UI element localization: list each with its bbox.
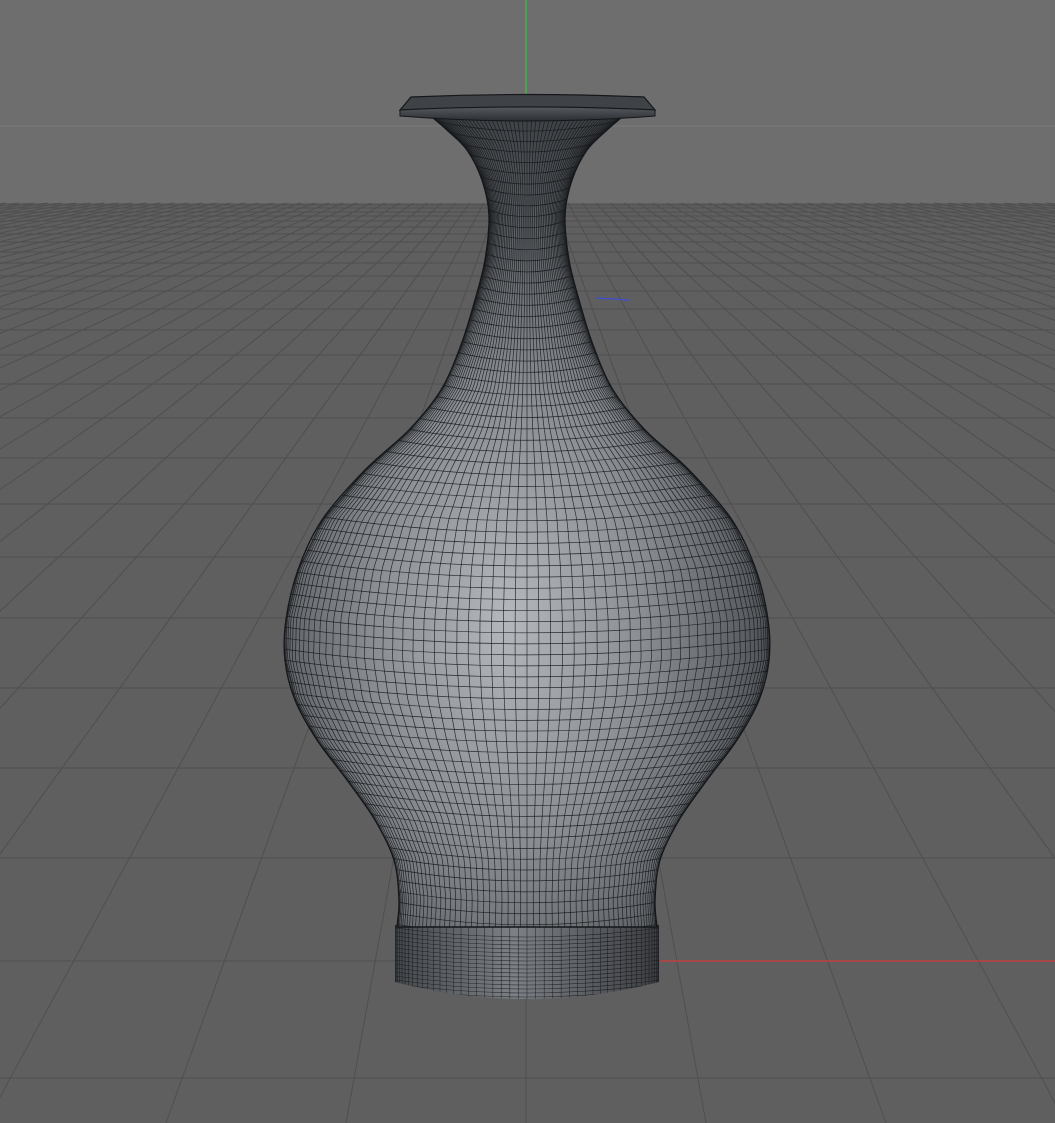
vase-lip-band — [399, 106, 656, 122]
3d-viewport[interactable] — [0, 0, 1055, 1123]
viewport-scene[interactable] — [0, 0, 1055, 1123]
